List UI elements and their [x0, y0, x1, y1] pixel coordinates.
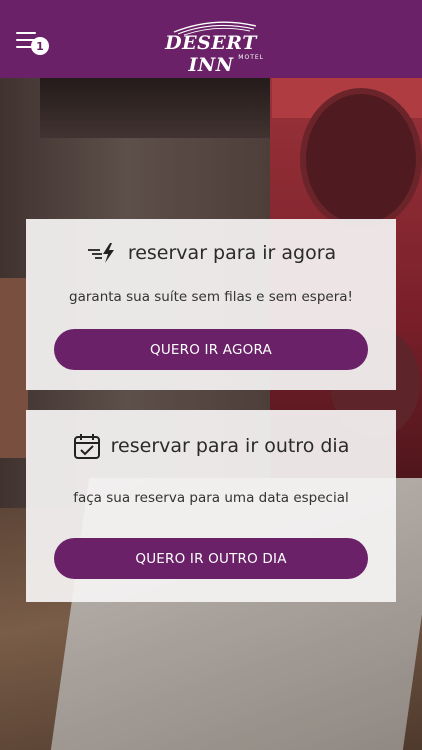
- card-other-title-row: reservar para ir outro dia: [26, 432, 396, 460]
- menu-icon: [16, 32, 36, 34]
- card-now-subtitle: garanta sua suíte sem filas e sem espera…: [69, 289, 353, 305]
- calendar-check-icon: [73, 432, 101, 460]
- card-now: reservar para ir agora garanta sua suíte…: [26, 219, 396, 390]
- card-other-day: reservar para ir outro dia faça sua rese…: [26, 410, 396, 602]
- menu-icon-line: [16, 46, 32, 48]
- card-other-title: reservar para ir outro dia: [110, 435, 350, 457]
- top-bar: 1 DESERT INN MOTEL: [0, 0, 422, 78]
- fast-lightning-icon: [86, 241, 118, 265]
- card-now-title: reservar para ir agora: [127, 242, 337, 264]
- quero-ir-outro-dia-button[interactable]: QUERO IR OUTRO DIA: [54, 538, 368, 579]
- logo-sub: MOTEL: [238, 54, 264, 61]
- card-now-title-row: reservar para ir agora: [26, 241, 396, 265]
- card-other-subtitle: faça sua reserva para uma data especial: [73, 490, 349, 506]
- quero-ir-agora-button[interactable]: QUERO IR AGORA: [54, 329, 368, 370]
- notification-badge: 1: [31, 37, 49, 55]
- logo: DESERT INN MOTEL: [152, 18, 270, 76]
